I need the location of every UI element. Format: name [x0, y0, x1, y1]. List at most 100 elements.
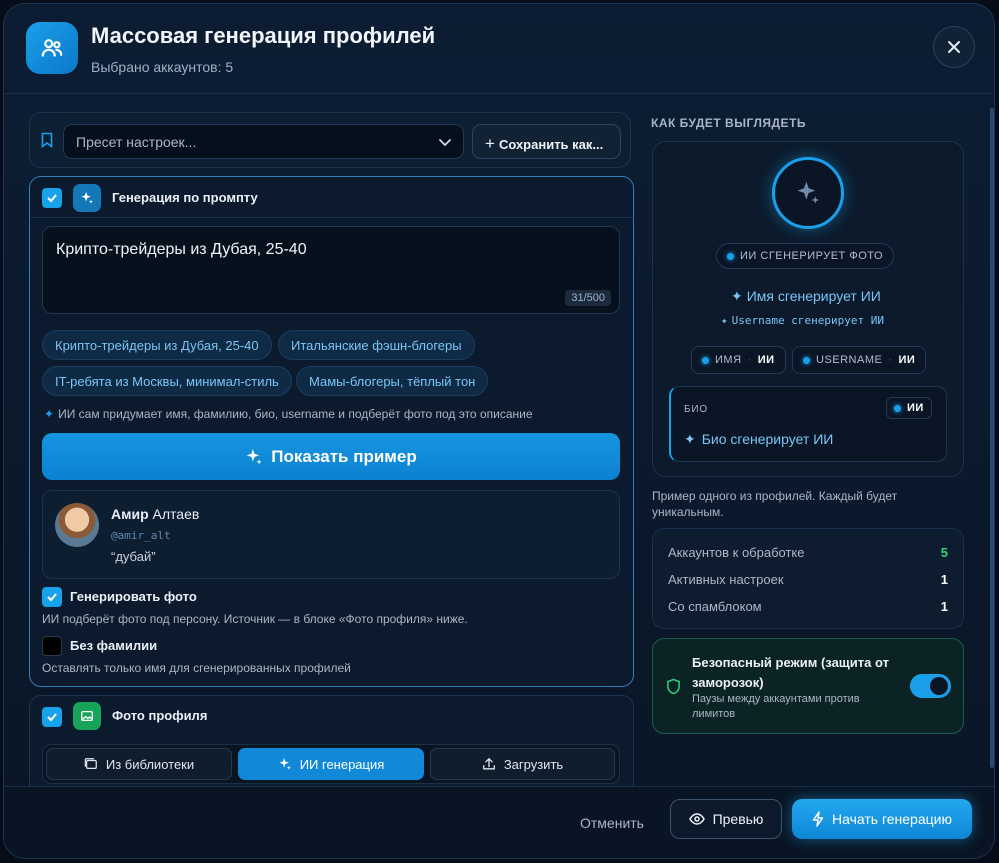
avatar	[55, 503, 99, 547]
close-button[interactable]	[933, 26, 975, 68]
prompt-chip[interactable]: Итальянские фэшн-блогеры	[278, 330, 475, 360]
no-last-name-label: Без фамилии	[70, 638, 158, 653]
generate-photo-label: Генерировать фото	[70, 589, 197, 604]
example-last-name: Алтаев	[152, 506, 200, 522]
profile-preview-card: ИИ СГЕНЕРИРУЕТ ФОТО ✦ Имя сгенерирует ИИ …	[652, 141, 964, 477]
safe-mode-desc: Паузы между аккаунтами против лимитов	[692, 693, 860, 720]
shield-icon	[667, 678, 680, 695]
start-generation-label: Начать генерацию	[832, 811, 952, 827]
prompt-section-title: Генерация по промпту	[112, 190, 258, 205]
show-example-label: Показать пример	[271, 446, 417, 466]
check-icon	[47, 713, 57, 722]
generate-photo-desc: ИИ подберёт фото под персону. Источник —…	[42, 612, 468, 626]
preview-name-line: ✦ Имя сгенерирует ИИ	[731, 288, 881, 305]
upload-icon	[482, 757, 495, 770]
sparkles-icon: ✦	[731, 288, 743, 304]
tab-upload-label: Загрузить	[503, 756, 564, 772]
username-tag-value: ИИ	[898, 354, 916, 366]
stat-row: Со спамблоком 1	[668, 599, 948, 614]
sparkles-icon: ✦	[684, 431, 696, 447]
example-profile-card: Амир Алтаев @amir_alt “дубай”	[42, 490, 620, 579]
bookmark-icon	[41, 132, 53, 148]
ai-photo-pill-text: ИИ СГЕНЕРИРУЕТ ФОТО	[740, 250, 884, 262]
photo-section-title: Фото профиля	[112, 708, 208, 723]
example-username: @amir_alt	[111, 529, 171, 542]
stat-row: Аккаунтов к обработке 5	[668, 545, 948, 560]
scrollbar[interactable]	[989, 100, 994, 786]
safe-mode-toggle[interactable]	[910, 674, 951, 698]
status-dot	[894, 404, 901, 412]
images-icon	[84, 758, 97, 769]
preview-caption: Пример одного из профилей. Каждый будет …	[652, 489, 898, 519]
no-last-name-desc: Оставлять только имя для сгенерированных…	[42, 661, 351, 675]
bio-line-text: Био сгенерирует ИИ	[701, 431, 834, 447]
start-generation-button[interactable]: Начать генерацию	[792, 799, 972, 839]
photo-source-tabs: Из библиотеки ИИ генерация Загрузить	[42, 744, 620, 784]
check-icon	[47, 593, 57, 602]
bio-tag-value: ИИ	[907, 402, 924, 414]
bulk-profile-generation-modal: Массовая генерация профилей Выбрано акка…	[3, 3, 995, 859]
show-example-button[interactable]: Показать пример	[42, 433, 620, 480]
no-last-name-checkbox[interactable]	[42, 636, 62, 656]
status-dot	[803, 356, 810, 364]
chevron-down-icon	[439, 139, 451, 147]
prompt-chip[interactable]: IT-ребята из Москвы, минимал-стиль	[42, 366, 292, 396]
modal-header: Массовая генерация профилей Выбрано акка…	[4, 4, 994, 94]
selected-accounts-count: Выбрано аккаунтов: 5	[91, 59, 234, 75]
cancel-button[interactable]: Отменить	[564, 803, 660, 843]
check-icon	[47, 194, 57, 203]
preview-heading: КАК БУДЕТ ВЫГЛЯДЕТЬ	[651, 116, 807, 130]
preview-button[interactable]: Превью	[670, 799, 782, 839]
sparkles-icon	[246, 448, 262, 464]
preview-username-line: ✦ Username сгенерирует ИИ	[721, 314, 884, 327]
scrollbar-thumb[interactable]	[990, 108, 994, 768]
sparkles-icon	[797, 181, 820, 204]
tab-ai-generation[interactable]: ИИ генерация	[238, 748, 424, 780]
prompt-chip[interactable]: Крипто-трейдеры из Дубая, 25-40	[42, 330, 272, 360]
example-bio: “дубай”	[111, 549, 156, 564]
name-tag-value: ИИ	[757, 354, 775, 366]
status-dot	[727, 252, 734, 260]
stat-label: Аккаунтов к обработке	[668, 545, 805, 560]
username-tag: USERNAME · ИИ	[792, 346, 927, 374]
tab-library[interactable]: Из библиотеки	[46, 748, 232, 780]
name-tag-key: ИМЯ	[715, 354, 742, 366]
bio-tag: ИИ	[886, 397, 932, 419]
prompt-char-counter: 31/500	[565, 290, 611, 306]
status-dot	[702, 356, 709, 364]
tab-upload[interactable]: Загрузить	[430, 748, 615, 780]
prompt-textarea[interactable]: Крипто-трейдеры из Дубая, 25-40 31/500	[42, 226, 620, 314]
tab-ai-generation-label: ИИ генерация	[299, 756, 385, 772]
generate-photo-checkbox[interactable]	[42, 587, 62, 607]
stat-label: Со спамблоком	[668, 599, 762, 614]
save-preset-button[interactable]: + Сохранить как...	[472, 124, 621, 159]
stat-value: 1	[940, 572, 948, 587]
tab-library-label: Из библиотеки	[105, 756, 195, 772]
modal-footer: Отменить Превью Начать генерацию	[4, 786, 994, 858]
stat-row: Активных настроек 1	[668, 572, 948, 587]
prompt-value: Крипто-трейдеры из Дубая, 25-40	[56, 241, 307, 258]
lightning-icon	[812, 811, 824, 827]
sparkles-icon	[73, 184, 101, 212]
stat-value: 5	[940, 545, 948, 560]
stat-value: 1	[940, 599, 948, 614]
preset-select[interactable]: Пресет настроек...	[63, 124, 464, 159]
preset-placeholder: Пресет настроек...	[76, 134, 197, 150]
stat-label: Активных настроек	[668, 572, 784, 587]
preview-name-text: Имя сгенерирует ИИ	[746, 288, 881, 304]
safe-mode-panel: Безопасный режим (защита от заморозок) П…	[652, 638, 964, 734]
users-icon	[26, 22, 78, 74]
bio-preview: БИО ИИ ✦ Био сгенерирует ИИ	[669, 386, 947, 462]
save-preset-label: Сохранить как...	[498, 137, 604, 152]
close-icon	[948, 41, 960, 53]
prompt-chip[interactable]: Мамы-блогеры, тёплый тон	[296, 366, 489, 396]
prompt-section-checkbox[interactable]	[42, 188, 62, 208]
sparkles-icon: ✦	[721, 314, 728, 327]
example-first-name: Амир	[111, 506, 149, 522]
photo-section-checkbox[interactable]	[42, 707, 62, 727]
eye-icon	[688, 813, 705, 825]
username-tag-key: USERNAME	[816, 354, 883, 366]
modal-title: Массовая генерация профилей	[91, 23, 436, 48]
prompt-hint-text: ИИ сам придумает имя, фамилию, био, user…	[58, 407, 533, 421]
preset-bar: Пресет настроек... + Сохранить как...	[29, 112, 631, 168]
